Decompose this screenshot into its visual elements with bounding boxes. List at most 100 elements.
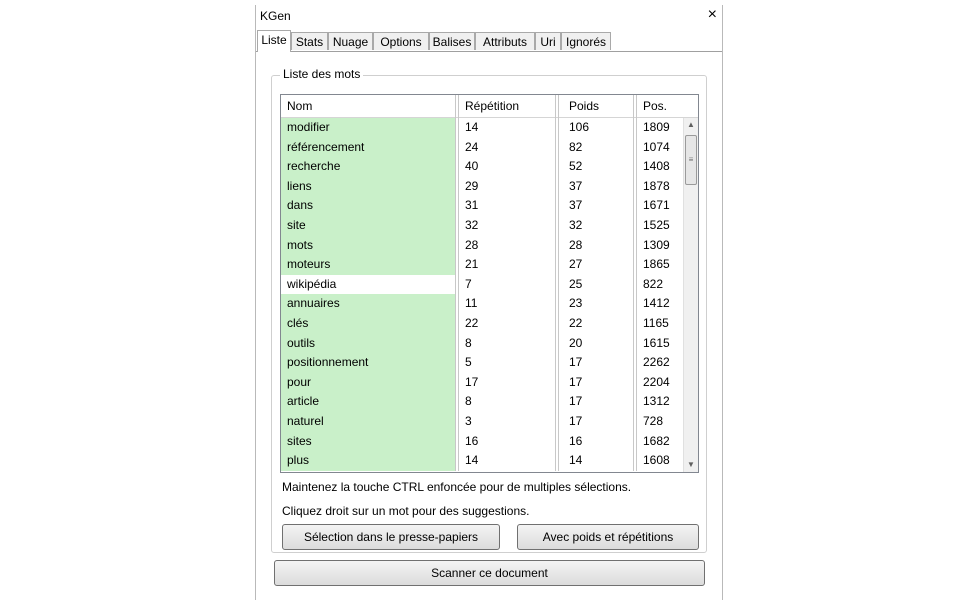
tab-ignores[interactable]: Ignorés bbox=[561, 32, 611, 50]
cell-repetition: 14 bbox=[465, 453, 479, 468]
table-row[interactable]: pour 17 17 2204 bbox=[281, 372, 683, 393]
cell-nom: mots bbox=[281, 235, 455, 256]
scan-document-button[interactable]: Scanner ce document bbox=[274, 560, 705, 586]
cell-pos: 1074 bbox=[643, 139, 670, 154]
tab-bar: Liste Stats Nuage Options Balises Attrib… bbox=[256, 30, 722, 52]
cell-repetition: 11 bbox=[465, 296, 478, 311]
table-row[interactable]: wikipédia 7 25 822 bbox=[281, 274, 683, 295]
table-row[interactable]: modifier 14 106 1809 bbox=[281, 118, 683, 138]
table-row[interactable]: sites 16 16 1682 bbox=[281, 431, 683, 452]
cell-repetition: 21 bbox=[465, 257, 479, 272]
scroll-thumb[interactable]: ≡ bbox=[685, 135, 697, 185]
table-row[interactable]: dans 31 37 1671 bbox=[281, 196, 683, 216]
cell-poids: 28 bbox=[569, 237, 583, 252]
table-row[interactable]: outils 8 20 1615 bbox=[281, 333, 683, 354]
cell-poids: 17 bbox=[569, 413, 583, 428]
cell-nom: modifier bbox=[281, 118, 455, 138]
table-row[interactable]: site 32 32 1525 bbox=[281, 215, 683, 236]
copy-with-weights-button[interactable]: Avec poids et répétitions bbox=[517, 524, 699, 550]
scroll-down-arrow-icon[interactable]: ▼ bbox=[684, 458, 698, 472]
word-list-group: Liste des mots Nom Répétition Poids Pos.… bbox=[271, 67, 707, 553]
table-row[interactable]: clés 22 22 1165 bbox=[281, 313, 683, 334]
cell-repetition: 5 bbox=[465, 355, 472, 370]
cell-pos: 1525 bbox=[643, 217, 670, 232]
cell-nom: pour bbox=[281, 372, 455, 393]
cell-nom: liens bbox=[281, 176, 455, 197]
tab-liste[interactable]: Liste bbox=[257, 30, 291, 52]
cell-pos: 1608 bbox=[643, 453, 670, 468]
column-header-nom[interactable]: Nom bbox=[281, 95, 455, 117]
cell-pos: 1615 bbox=[643, 335, 670, 350]
cell-pos: 1412 bbox=[643, 296, 670, 311]
cell-repetition: 28 bbox=[465, 237, 479, 252]
cell-nom: plus bbox=[281, 451, 455, 471]
table-row[interactable]: article 8 17 1312 bbox=[281, 392, 683, 412]
tab-uri[interactable]: Uri bbox=[535, 32, 561, 50]
cell-pos: 2204 bbox=[643, 374, 670, 389]
cell-repetition: 40 bbox=[465, 159, 479, 174]
copy-selection-button[interactable]: Sélection dans le presse-papiers bbox=[282, 524, 500, 550]
close-icon[interactable]: × bbox=[708, 6, 717, 24]
cell-poids: 32 bbox=[569, 217, 583, 232]
table-row[interactable]: référencement 24 82 1074 bbox=[281, 137, 683, 158]
cell-pos: 728 bbox=[643, 413, 664, 428]
cell-poids: 25 bbox=[569, 276, 583, 291]
cell-nom: naturel bbox=[281, 411, 455, 432]
cell-pos: 1671 bbox=[643, 198, 670, 213]
title-bar: KGen × bbox=[256, 5, 722, 27]
cell-nom: outils bbox=[281, 333, 455, 354]
cell-poids: 17 bbox=[569, 355, 583, 370]
cell-repetition: 8 bbox=[465, 335, 472, 350]
cell-nom: site bbox=[281, 215, 455, 236]
table-row[interactable]: positionnement 5 17 2262 bbox=[281, 353, 683, 373]
cell-pos: 2262 bbox=[643, 355, 670, 370]
cell-poids: 17 bbox=[569, 374, 583, 389]
table-row[interactable]: annuaires 11 23 1412 bbox=[281, 294, 683, 314]
cell-poids: 17 bbox=[569, 394, 583, 409]
cell-repetition: 8 bbox=[465, 394, 472, 409]
table-row[interactable]: plus 14 14 1608 bbox=[281, 451, 683, 471]
table-row[interactable]: moteurs 21 27 1865 bbox=[281, 255, 683, 275]
window-title: KGen bbox=[260, 9, 291, 23]
cell-nom: sites bbox=[281, 431, 455, 452]
tab-balises[interactable]: Balises bbox=[429, 32, 475, 50]
tab-nuage[interactable]: Nuage bbox=[328, 32, 373, 50]
cell-pos: 1408 bbox=[643, 159, 670, 174]
list-rows: modifier 14 106 1809 référencement 24 82 1074 re… bbox=[281, 118, 683, 471]
column-header-poids[interactable]: Poids bbox=[563, 95, 633, 117]
cell-pos: 822 bbox=[643, 276, 664, 291]
table-row[interactable]: recherche 40 52 1408 bbox=[281, 157, 683, 177]
ctrl-hint-text: Maintenez la touche CTRL enfoncée pour d… bbox=[282, 480, 632, 494]
tab-stats[interactable]: Stats bbox=[291, 32, 328, 50]
word-list-view[interactable]: Nom Répétition Poids Pos. modifier 14 106 1… bbox=[280, 94, 699, 473]
cell-poids: 14 bbox=[569, 453, 583, 468]
cell-repetition: 31 bbox=[465, 198, 479, 213]
column-header-repetition[interactable]: Répétition bbox=[459, 95, 559, 117]
cell-pos: 1309 bbox=[643, 237, 670, 252]
cell-poids: 27 bbox=[569, 257, 583, 272]
cell-poids: 52 bbox=[569, 159, 583, 174]
cell-poids: 37 bbox=[569, 198, 583, 213]
kgen-panel: KGen × Liste Stats Nuage Options Balises… bbox=[255, 5, 723, 600]
table-row[interactable]: mots 28 28 1309 bbox=[281, 235, 683, 256]
vertical-scrollbar[interactable]: ▲ ≡ ▼ bbox=[683, 118, 698, 472]
cell-repetition: 29 bbox=[465, 178, 479, 193]
scroll-up-arrow-icon[interactable]: ▲ bbox=[684, 118, 698, 132]
tab-attributs[interactable]: Attributs bbox=[475, 32, 535, 50]
cell-pos: 1165 bbox=[643, 315, 669, 330]
cell-repetition: 32 bbox=[465, 217, 479, 232]
cell-pos: 1878 bbox=[643, 178, 670, 193]
cell-pos: 1682 bbox=[643, 433, 670, 448]
column-header-pos[interactable]: Pos. bbox=[637, 95, 697, 117]
cell-repetition: 3 bbox=[465, 413, 472, 428]
cell-repetition: 17 bbox=[465, 374, 479, 389]
cell-poids: 82 bbox=[569, 139, 583, 154]
grip-icon: ≡ bbox=[688, 155, 694, 164]
table-row[interactable]: naturel 3 17 728 bbox=[281, 411, 683, 432]
table-row[interactable]: liens 29 37 1878 bbox=[281, 176, 683, 197]
cell-nom: annuaires bbox=[281, 294, 455, 314]
tab-options[interactable]: Options bbox=[373, 32, 429, 50]
cell-poids: 23 bbox=[569, 296, 583, 311]
cell-pos: 1865 bbox=[643, 257, 670, 272]
cell-nom: positionnement bbox=[281, 353, 455, 373]
